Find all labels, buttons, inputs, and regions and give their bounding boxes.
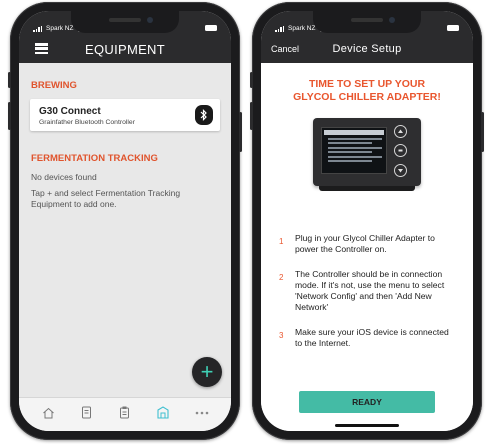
- ready-button[interactable]: READY: [299, 391, 435, 413]
- notch: [71, 11, 179, 33]
- no-devices-text: No devices found: [31, 172, 97, 182]
- step-text: The Controller should be in connection m…: [295, 269, 445, 312]
- step-item: 1 Plug in your Glycol Chiller Adapter to…: [279, 233, 457, 255]
- brewing-section-title: BREWING: [31, 80, 77, 91]
- step-number: 2: [279, 273, 284, 282]
- device-card-g30[interactable]: G30 Connect Grainfather Bluetooth Contro…: [30, 99, 220, 131]
- more-icon[interactable]: [193, 404, 211, 422]
- device-subtitle: Grainfather Bluetooth Controller: [39, 119, 135, 126]
- controller-screen: [321, 127, 387, 174]
- mute-switch: [8, 72, 11, 88]
- battery-icon: [447, 25, 459, 31]
- setup-headline: TIME TO SET UP YOUR GLYCOL CHILLER ADAPT…: [293, 78, 441, 103]
- home-icon[interactable]: [39, 404, 57, 422]
- bluetooth-icon: [195, 105, 213, 125]
- notch: [313, 11, 421, 33]
- battery-icon: [205, 25, 217, 31]
- step-text: Plug in your Glycol Chiller Adapter to p…: [295, 233, 435, 254]
- select-icon: [394, 144, 407, 157]
- device-name: G30 Connect: [39, 106, 101, 117]
- setup-content: TIME TO SET UP YOUR GLYCOL CHILLER ADAPT…: [261, 63, 473, 431]
- page-title: EQUIPMENT: [85, 41, 165, 57]
- step-number: 3: [279, 331, 284, 340]
- mute-switch: [250, 72, 253, 88]
- step-item: 3 Make sure your iOS device is connected…: [279, 327, 457, 349]
- phone-device-setup: Spark NZ 3:17 PM Cancel Device Setup TIM…: [250, 2, 484, 440]
- setup-steps: 1 Plug in your Glycol Chiller Adapter to…: [279, 233, 457, 363]
- equipment-content: BREWING G30 Connect Grainfather Bluetoot…: [19, 63, 231, 397]
- add-device-hint: Tap + and select Fermentation Tracking E…: [31, 188, 181, 209]
- equipment-icon[interactable]: [154, 404, 172, 422]
- controller-illustration: [313, 118, 421, 191]
- step-item: 2 The Controller should be in connection…: [279, 269, 457, 313]
- volume-up-button: [8, 102, 11, 130]
- recipe-icon[interactable]: [78, 404, 96, 422]
- nav-bar: Cancel Device Setup: [261, 35, 473, 63]
- power-button: [481, 112, 484, 152]
- volume-up-button: [250, 102, 253, 130]
- fermentation-section-title: FERMENTATION TRACKING: [31, 153, 158, 164]
- add-device-button[interactable]: +: [192, 357, 222, 387]
- nav-bar: EQUIPMENT: [19, 35, 231, 63]
- phone-equipment: Spark NZ 3:17 PM EQUIPMENT BREWING G30 C…: [8, 2, 242, 440]
- step-text: Make sure your iOS device is connected t…: [295, 327, 449, 348]
- device-setup-screen: Spark NZ 3:17 PM Cancel Device Setup TIM…: [261, 11, 473, 431]
- up-arrow-icon: [394, 125, 407, 138]
- down-arrow-icon: [394, 164, 407, 177]
- tab-bar: [19, 397, 231, 431]
- step-number: 1: [279, 237, 284, 246]
- equipment-screen: Spark NZ 3:17 PM EQUIPMENT BREWING G30 C…: [19, 11, 231, 431]
- power-button: [239, 112, 242, 152]
- home-indicator: [335, 424, 399, 427]
- page-title: Device Setup: [332, 43, 402, 55]
- list-icon[interactable]: [116, 404, 134, 422]
